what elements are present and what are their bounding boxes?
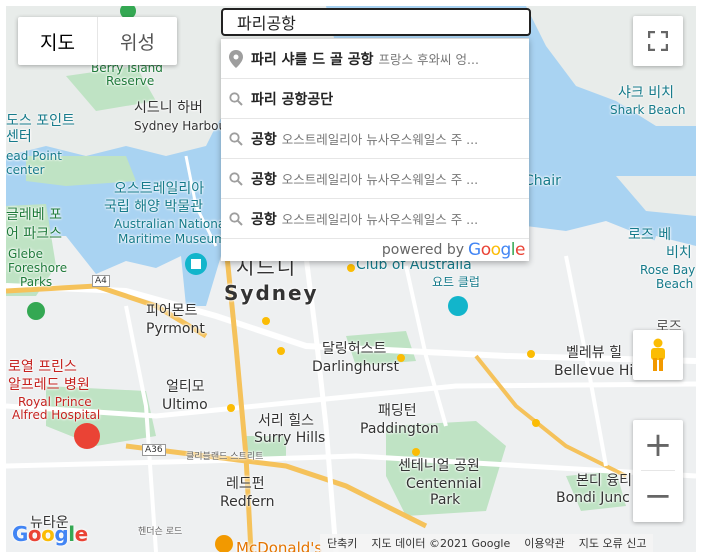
map-label-dawes-point-en2: center <box>6 163 45 177</box>
search-icon <box>221 211 251 226</box>
autocomplete-item-main: 공항 <box>251 131 277 148</box>
search-icon <box>221 131 251 146</box>
map-label-darlinghurst-en: Darlinghurst <box>312 359 399 375</box>
map-label-redfern-en: Redfern <box>220 494 275 510</box>
map-label-rpa-ko1: 로열 프린스 <box>8 359 77 375</box>
map-label-club-ko: 요트 클럽 <box>432 275 480 289</box>
map-label-bellevue-ko: 벨레뷰 힐 <box>566 345 622 361</box>
google-map-logo[interactable]: Google <box>12 522 88 546</box>
map-label-bondi-en: Bondi Junc <box>556 490 630 506</box>
keyboard-shortcuts-link[interactable]: 단축키 <box>320 535 364 551</box>
map-label-rose-bay-ko1: 로즈 베 <box>628 227 672 243</box>
map-label-rose-bay-en2: Beach <box>656 277 694 291</box>
search-input[interactable] <box>221 8 531 36</box>
zoom-out-button[interactable]: − <box>633 471 683 521</box>
map-type-control: 지도 위성 <box>18 17 177 65</box>
autocomplete-item-secondary: 오스트레일리아 뉴사우스웨일스 주 ... <box>281 132 479 147</box>
map-label-shark-ko: 샤크 비치 <box>618 85 674 101</box>
map-label-dawes-point-ko: 도스 포인트 <box>6 113 75 129</box>
map-label-glebe-ko2: 어 파크스 <box>6 226 62 242</box>
zoom-control: + − <box>633 420 683 522</box>
autocomplete-item-main: 공항 <box>251 211 277 228</box>
map-label-ultimo-en: Ultimo <box>162 397 208 413</box>
map-label-rpa-en2: Alfred Hospital <box>12 408 101 422</box>
map-label-maritime-ko2: 국립 해양 박물관 <box>104 199 204 215</box>
map-label-shark-en: Shark Beach <box>610 103 686 117</box>
map-label-chair-en: Chair <box>524 173 561 189</box>
map-label-centennial-ko: 센테니얼 공원 <box>398 458 480 474</box>
map-type-satellite-button[interactable]: 위성 <box>96 17 177 65</box>
search-icon <box>221 91 251 106</box>
map-label-surry-ko: 서리 힐스 <box>258 413 314 429</box>
map-label-glebe-en3: Parks <box>20 275 53 289</box>
map-label-bondi-ko: 본디 융티 <box>576 473 632 489</box>
powered-by-text: powered by <box>381 242 464 258</box>
autocomplete-item-secondary: 오스트레일리아 뉴사우스웨일스 주 ... <box>281 172 479 187</box>
autocomplete-item-secondary: 오스트레일리아 뉴사우스웨일스 주 ... <box>281 212 479 227</box>
map-label-redfern-ko: 레드펀 <box>226 476 265 492</box>
autocomplete-item[interactable]: 파리 공항공단 <box>221 79 529 119</box>
map-label-mcdonalds: McDonald's <box>236 539 323 552</box>
pin-icon <box>221 49 251 68</box>
road-shield-a36: A36 <box>142 444 166 456</box>
map-label-centennial-en1: Centennial <box>406 476 482 492</box>
map-type-map-button[interactable]: 지도 <box>18 17 97 65</box>
map-label-glebe-en2: Foreshore <box>8 261 68 275</box>
map-label-bellevue-en: Bellevue Hi <box>554 363 634 379</box>
map-label-rose-bay-en1: Rose Bay <box>640 263 696 277</box>
map-label-maritime-en1: Australian Nationa <box>114 217 226 231</box>
map-label-paddington-ko: 패딩턴 <box>378 403 417 419</box>
map-label-berry-island-en2: Reserve <box>106 74 155 88</box>
map-label-dawes-point-ko2: 센터 <box>6 129 32 145</box>
map-label-road-henderson: 헨더슨 로드 <box>138 527 183 537</box>
map-label-glebe-en1: Glebe <box>8 247 44 261</box>
street-view-pegman-button[interactable] <box>633 330 683 380</box>
autocomplete-dropdown: 파리 샤를 드 골 공항 프랑스 후와씨 엉... 파리 공항공단 공항 오스트… <box>221 38 529 261</box>
terms-link[interactable]: 이용약관 <box>517 535 571 551</box>
fullscreen-button[interactable] <box>633 16 683 66</box>
google-brand-logo: Google <box>468 240 525 260</box>
map-label-rpa-ko2: 알프레드 병원 <box>8 377 90 393</box>
autocomplete-item[interactable]: 공항 오스트레일리아 뉴사우스웨일스 주 ... <box>221 119 529 159</box>
map-label-glebe-ko1: 글레베 포 <box>6 207 62 223</box>
map-label-darlinghurst-ko: 달링허스트 <box>322 341 387 357</box>
map-label-dawes-point-en: ead Point <box>6 149 62 163</box>
map-label-surry-en: Surry Hills <box>254 430 326 446</box>
map-label-sydney-harbour-ko: 시드니 하버 <box>134 100 203 116</box>
map-label-pyrmont-en: Pyrmont <box>146 321 205 337</box>
autocomplete-item-main: 공항 <box>251 171 277 188</box>
map-label-rose-bay-ko2: 비치 <box>666 245 692 261</box>
autocomplete-item-main: 파리 샤를 드 골 공항 <box>251 51 374 68</box>
autocomplete-item[interactable]: 공항 오스트레일리아 뉴사우스웨일스 주 ... <box>221 199 529 239</box>
report-error-link[interactable]: 지도 오류 신고 <box>572 535 654 551</box>
map-data-attribution: 지도 데이터 ©2021 Google <box>371 537 511 550</box>
map-label-sydney-en: Sydney <box>224 281 319 305</box>
pegman-icon <box>651 338 665 371</box>
map-label-road-cleveland: 클리블랜드 스트리트 <box>186 452 264 462</box>
fullscreen-icon <box>648 31 668 51</box>
map-label-centennial-en2: Park <box>430 492 461 508</box>
map-label-ultimo-ko: 얼티모 <box>166 379 205 395</box>
search-icon <box>221 171 251 186</box>
map-footer: 단축키 지도 데이터 ©2021 Google 이용약관 지도 오류 신고 <box>320 534 654 552</box>
autocomplete-item[interactable]: 공항 오스트레일리아 뉴사우스웨일스 주 ... <box>221 159 529 199</box>
map-label-paddington-en: Paddington <box>360 421 439 437</box>
autocomplete-item[interactable]: 파리 샤를 드 골 공항 프랑스 후와씨 엉... <box>221 39 529 79</box>
autocomplete-item-main: 파리 공항공단 <box>251 91 334 108</box>
road-shield-a4: A4 <box>92 275 110 287</box>
map-label-maritime-en2: Maritime Museum <box>118 232 226 246</box>
powered-by-google: powered by Google <box>221 239 529 261</box>
map-label-maritime-ko1: 오스트레일리아 <box>114 181 205 197</box>
autocomplete-item-secondary: 프랑스 후와씨 엉... <box>378 52 479 67</box>
map-label-pyrmont-ko: 피어몬트 <box>146 303 198 319</box>
map-label-sydney-harbour-en: Sydney Harbou <box>134 119 227 133</box>
zoom-in-button[interactable]: + <box>633 420 683 470</box>
